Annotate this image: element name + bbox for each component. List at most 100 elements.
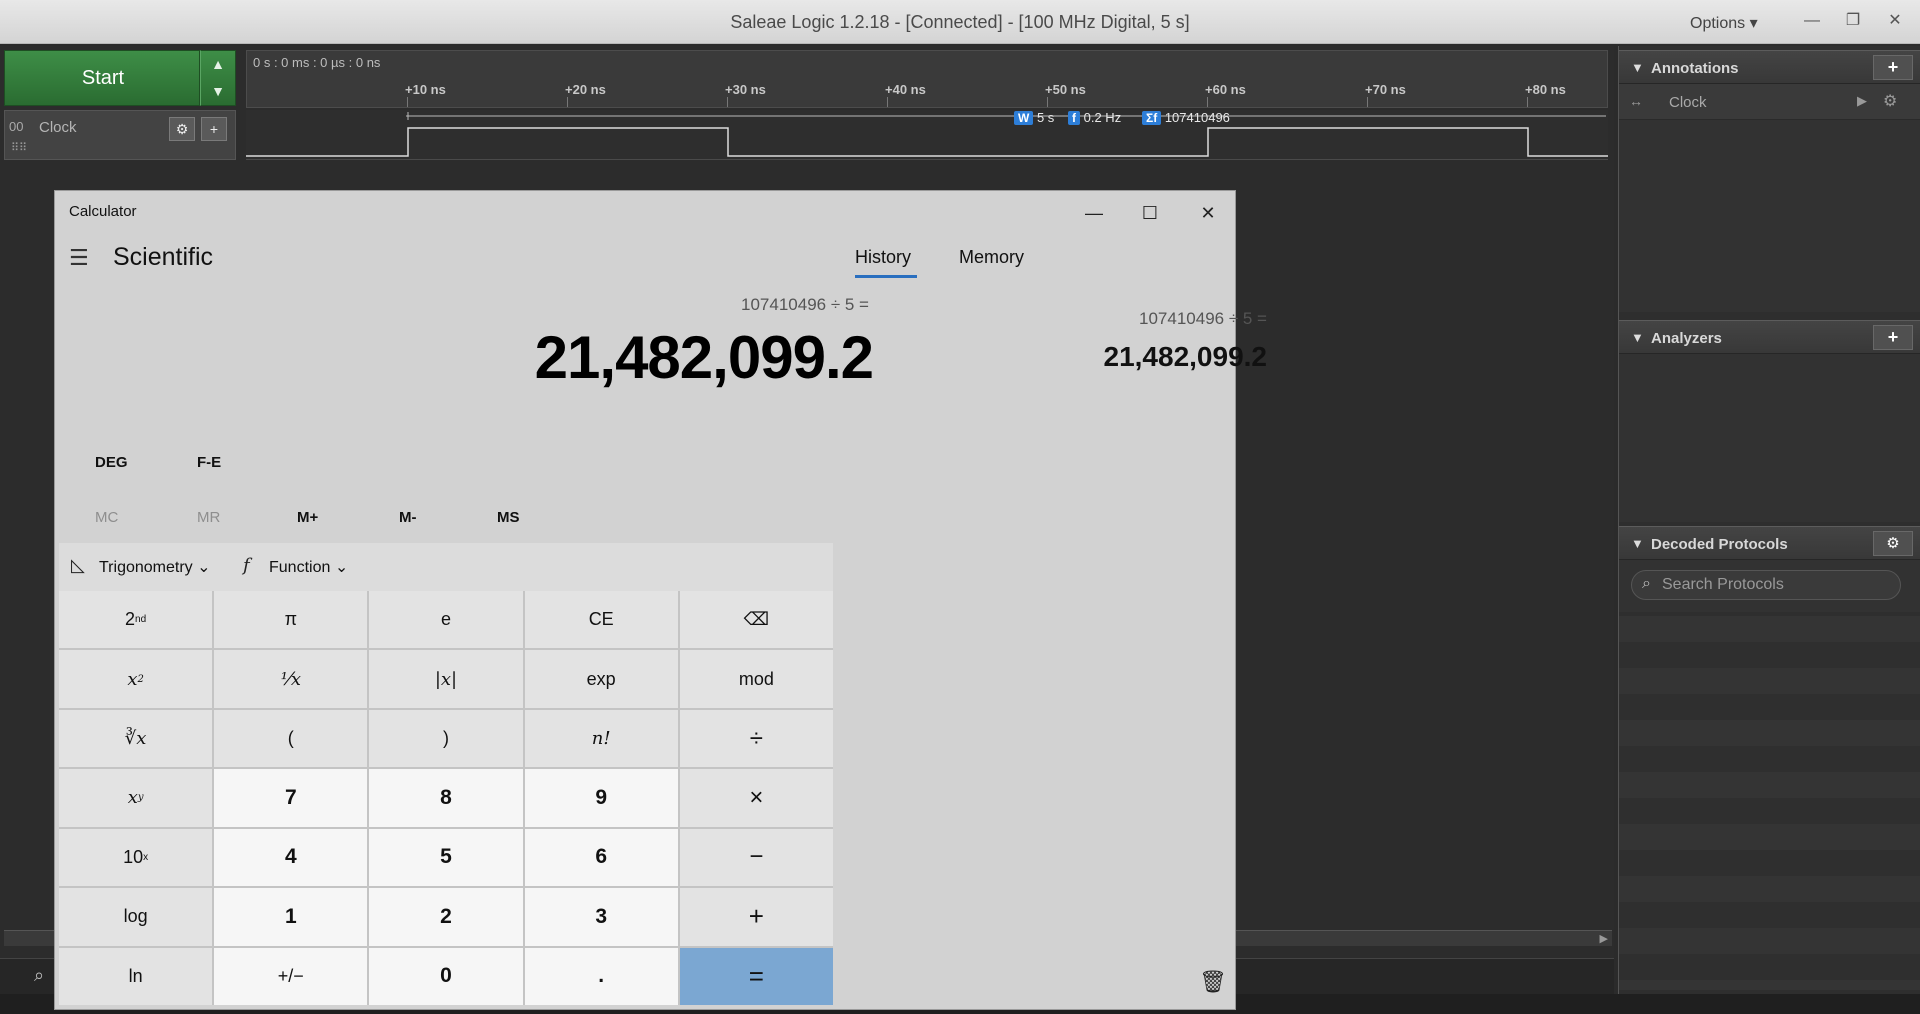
square-label: x [127, 668, 138, 690]
search-icon: ⌕ [1642, 575, 1651, 592]
gear-icon[interactable]: ⚙ [1873, 531, 1913, 556]
annotations-header[interactable]: ▼ Annotations + [1619, 50, 1920, 84]
digit-1-button[interactable]: 1 [214, 888, 368, 946]
digit-9-button[interactable]: 9 [524, 769, 678, 827]
square-superscript: 2 [137, 673, 144, 685]
pi-button[interactable]: π [214, 591, 368, 649]
drag-handle-icon[interactable]: ⠿⠿ [11, 141, 27, 154]
factorial-button[interactable]: n! [524, 709, 678, 768]
ruler-tick: +30 ns [725, 82, 766, 97]
scroll-right-icon[interactable]: ▶ [1600, 932, 1608, 945]
digit-4-button[interactable]: 4 [214, 828, 368, 887]
memory-add-button[interactable]: M+ [297, 509, 318, 526]
add-annotation-button[interactable]: + [1873, 55, 1913, 80]
function-f-icon: f [243, 555, 250, 576]
play-icon[interactable]: ▶ [1857, 93, 1867, 109]
search-protocols-field[interactable]: ⌕ [1631, 570, 1901, 600]
minimize-icon[interactable]: — [1071, 199, 1117, 227]
history-expression[interactable]: 107410496 ÷ 5 = [915, 309, 1267, 329]
digit-8-button[interactable]: 8 [369, 769, 523, 827]
search-protocols-input[interactable] [1662, 574, 1892, 596]
second-superscript: nd [135, 614, 147, 626]
history-result[interactable]: 21,482,099.2 [915, 341, 1268, 373]
count-tag: Σf [1142, 111, 1162, 125]
arrow-down-icon[interactable]: ▼ [201, 78, 235, 105]
function-dropdown[interactable]: Function ⌄ [269, 557, 348, 577]
right-paren-button[interactable]: ) [369, 709, 523, 768]
ruler-tick: +70 ns [1365, 82, 1406, 97]
absolute-value-button[interactable]: |x| [369, 650, 523, 708]
clear-entry-button[interactable]: CE [524, 591, 678, 649]
collapse-triangle-icon[interactable]: ▼ [1631, 60, 1644, 75]
trash-icon[interactable]: 🗑 [1199, 969, 1227, 995]
gear-icon[interactable]: ⚙ [1883, 91, 1897, 111]
digit-5-button[interactable]: 5 [369, 828, 523, 887]
decoded-protocols-title: Decoded Protocols [1651, 536, 1788, 553]
decimal-button[interactable]: . [524, 947, 678, 1005]
function-label: Function [269, 559, 331, 576]
channel-row-clock[interactable]: 00 ⠿⠿ Clock ⚙ + [4, 110, 236, 160]
equals-button[interactable]: = [679, 947, 833, 1005]
memory-subtract-button[interactable]: M- [399, 509, 417, 526]
maximize-icon[interactable]: ☐ [1127, 199, 1173, 227]
restore-icon[interactable]: ❐ [1836, 8, 1870, 34]
close-icon[interactable]: ✕ [1878, 8, 1912, 34]
multiply-button[interactable]: × [679, 769, 833, 827]
tick-mark [567, 97, 568, 107]
memory-recall-button[interactable]: MR [197, 509, 220, 526]
ruler-tick: +10 ns [405, 82, 446, 97]
annotation-row[interactable]: ↔ Clock ▶ ⚙ [1619, 84, 1920, 120]
memory-clear-button[interactable]: MC [95, 509, 118, 526]
collapse-triangle-icon[interactable]: ▼ [1631, 536, 1644, 551]
digit-3-button[interactable]: 3 [524, 888, 678, 946]
second-button[interactable]: 2nd [59, 591, 213, 649]
divide-button[interactable]: ÷ [679, 709, 833, 768]
add-trigger-icon[interactable]: + [201, 117, 227, 141]
add-analyzer-button[interactable]: + [1873, 325, 1913, 350]
backspace-icon[interactable]: ⌫ [679, 591, 833, 649]
minimize-icon[interactable]: — [1795, 8, 1829, 34]
digit-7-button[interactable]: 7 [214, 769, 368, 827]
collapse-triangle-icon[interactable]: ▼ [1631, 330, 1644, 345]
decoded-protocols-header[interactable]: ▼ Decoded Protocols ⚙ [1619, 526, 1920, 560]
analyzers-header[interactable]: ▼ Analyzers + [1619, 320, 1920, 354]
minus-button[interactable]: − [679, 828, 833, 887]
ten-power-button[interactable]: 10 x [59, 828, 213, 887]
clock-signal-trace [246, 127, 1608, 157]
start-button[interactable]: Start [4, 50, 200, 106]
square-button[interactable]: x2 [59, 650, 213, 708]
options-menu[interactable]: Options ▾ [1690, 13, 1758, 33]
waveform-area[interactable]: W 5 s f 0.2 Hz Σf 107410496 [246, 110, 1608, 160]
ruler-tick: +50 ns [1045, 82, 1086, 97]
close-icon[interactable]: ✕ [1185, 199, 1231, 227]
hamburger-menu-icon[interactable]: ☰ [69, 245, 89, 271]
reciprocal-button[interactable]: ⅟x [214, 650, 368, 708]
memory-store-button[interactable]: MS [497, 509, 520, 526]
log-button[interactable]: log [59, 888, 213, 946]
channel-number: 00 [9, 119, 24, 134]
digit-6-button[interactable]: 6 [524, 828, 678, 887]
root-button[interactable]: ∛x [59, 709, 213, 768]
time-ruler[interactable]: 0 s : 0 ms : 0 µs : 0 ns +10 ns +20 ns +… [246, 50, 1608, 108]
mod-button[interactable]: mod [679, 650, 833, 708]
decoded-protocols-list[interactable] [1619, 616, 1920, 990]
digit-2-button[interactable]: 2 [369, 888, 523, 946]
e-button[interactable]: e [369, 591, 523, 649]
negate-button[interactable]: +/− [214, 947, 368, 1005]
power-button[interactable]: xy [59, 769, 213, 827]
search-icon[interactable]: ⌕ [34, 965, 44, 986]
tab-memory[interactable]: Memory [959, 247, 1024, 268]
tab-history[interactable]: History [855, 247, 911, 268]
angle-mode-button[interactable]: DEG [95, 454, 128, 471]
digit-0-button[interactable]: 0 [369, 947, 523, 1005]
gear-icon[interactable]: ⚙ [169, 117, 195, 141]
start-options-spinner[interactable]: ▲ ▼ [200, 50, 236, 106]
channel-name[interactable]: Clock [39, 119, 77, 136]
exp-button[interactable]: exp [524, 650, 678, 708]
left-paren-button[interactable]: ( [214, 709, 368, 768]
trigonometry-dropdown[interactable]: Trigonometry ⌄ [99, 557, 211, 577]
plus-button[interactable]: + [679, 888, 833, 946]
ln-button[interactable]: ln [59, 947, 213, 1005]
arrow-up-icon[interactable]: ▲ [201, 51, 235, 78]
fe-button[interactable]: F-E [197, 454, 221, 471]
